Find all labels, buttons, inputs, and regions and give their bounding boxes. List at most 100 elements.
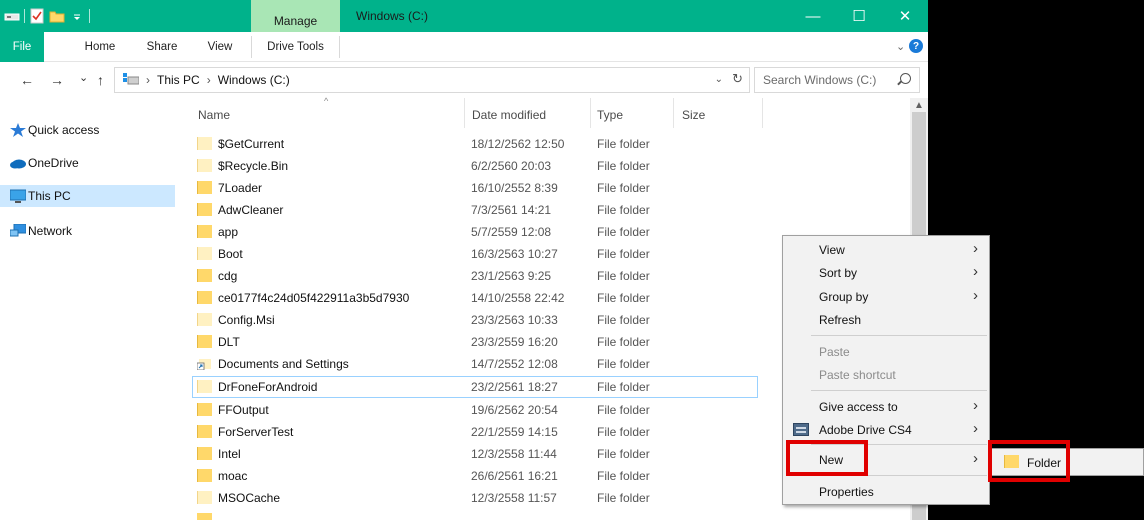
menu-item-give-access[interactable]: Give access to › xyxy=(783,395,989,418)
menu-item-group-by[interactable]: Group by › xyxy=(783,285,989,308)
scroll-up-icon[interactable]: ▲ xyxy=(914,100,924,111)
column-type[interactable]: Type xyxy=(597,98,623,132)
shortcut-folder-icon xyxy=(196,357,212,371)
customize-toolbar-icon[interactable] xyxy=(69,8,85,24)
menu-item-refresh[interactable]: Refresh xyxy=(783,308,989,331)
menu-item-properties[interactable]: Properties xyxy=(783,480,989,503)
folder-icon xyxy=(197,291,212,304)
nav-label: Quick access xyxy=(28,123,100,137)
navigation-pane: Quick access OneDrive This PC Network xyxy=(0,98,176,520)
address-bar[interactable]: › This PC › Windows (C:) ⌄ ↻ xyxy=(114,67,750,93)
file-name: moac xyxy=(218,469,248,483)
refresh-icon[interactable]: ↻ xyxy=(732,71,743,87)
list-item-partial[interactable] xyxy=(192,509,758,520)
nav-this-pc[interactable]: This PC xyxy=(0,185,175,207)
list-item[interactable]: MSOCache 12/3/2558 11:57 File folder xyxy=(192,487,758,509)
column-divider[interactable] xyxy=(464,98,465,128)
file-date: 23/1/2563 9:25 xyxy=(471,269,552,283)
menu-label: Sort by xyxy=(819,266,858,280)
search-icon[interactable] xyxy=(900,73,911,84)
list-item[interactable]: Boot 16/3/2563 10:27 File folder xyxy=(192,243,758,265)
menu-item-view[interactable]: View › xyxy=(783,238,989,261)
nav-quick-access[interactable]: Quick access xyxy=(0,119,175,141)
maximize-button[interactable]: ☐ xyxy=(836,0,882,32)
file-name: MSOCache xyxy=(218,491,281,505)
file-type: File folder xyxy=(597,447,650,461)
list-item[interactable]: app 5/7/2559 12:08 File folder xyxy=(192,221,758,243)
column-divider[interactable] xyxy=(673,98,674,128)
folder-icon xyxy=(197,159,212,172)
list-item[interactable]: ce0177f4c24d05f422911a3b5d7930 14/10/255… xyxy=(192,287,758,309)
menu-separator xyxy=(811,335,987,336)
file-date: 18/12/2562 12:50 xyxy=(471,137,565,151)
search-input[interactable]: Search Windows (C:) xyxy=(754,67,920,93)
properties-icon[interactable] xyxy=(29,8,45,24)
column-divider[interactable] xyxy=(590,98,591,128)
back-button[interactable]: ← xyxy=(20,72,34,88)
chevron-right-icon: › xyxy=(973,287,978,304)
tab-manage[interactable]: Manage xyxy=(251,0,340,32)
breadcrumb-windows-c[interactable]: Windows (C:) xyxy=(218,73,290,87)
forward-button[interactable]: → xyxy=(50,72,64,88)
nav-label: Network xyxy=(28,224,73,238)
help-icon[interactable]: ? xyxy=(909,39,923,53)
file-date: 16/10/2552 8:39 xyxy=(471,181,558,195)
column-name[interactable]: Name xyxy=(198,98,230,132)
breadcrumb-this-pc[interactable]: This PC xyxy=(157,73,200,87)
list-item[interactable]: $GetCurrent 18/12/2562 12:50 File folder xyxy=(192,133,758,155)
list-item[interactable]: AdwCleaner 7/3/2561 14:21 File folder xyxy=(192,199,758,221)
tab-home[interactable]: Home xyxy=(72,36,128,58)
list-item[interactable]: DLT 23/3/2559 16:20 File folder xyxy=(192,331,758,353)
list-item[interactable]: Config.Msi 23/3/2563 10:33 File folder xyxy=(192,309,758,331)
file-type: File folder xyxy=(597,159,650,173)
up-button[interactable]: ↑ xyxy=(97,72,104,88)
toolbar-divider xyxy=(89,9,90,23)
recent-locations-icon[interactable]: ⌄ xyxy=(79,71,88,84)
folder-icon xyxy=(197,335,212,348)
list-item[interactable]: Intel 12/3/2558 11:44 File folder xyxy=(192,443,758,465)
minimize-button[interactable]: — xyxy=(790,0,836,32)
close-button[interactable]: ✕ xyxy=(882,0,928,32)
drive-icon[interactable] xyxy=(4,8,20,24)
breadcrumb-separator: › xyxy=(146,73,150,87)
tab-view[interactable]: View xyxy=(194,36,246,58)
column-date-modified[interactable]: Date modified xyxy=(472,98,546,132)
list-item[interactable]: ForServerTest 22/1/2559 14:15 File folde… xyxy=(192,421,758,443)
menu-item-paste-shortcut[interactable]: Paste shortcut xyxy=(783,363,989,386)
quick-access-toolbar xyxy=(4,6,90,26)
list-item[interactable]: $Recycle.Bin 6/2/2560 20:03 File folder xyxy=(192,155,758,177)
file-date: 26/6/2561 16:21 xyxy=(471,469,558,483)
list-item[interactable]: moac 26/6/2561 16:21 File folder xyxy=(192,465,758,487)
address-row: ← → ⌄ ↑ › This PC › Windows (C:) ⌄ ↻ Sea… xyxy=(0,62,928,98)
file-date: 19/6/2562 20:54 xyxy=(471,403,558,417)
folder-icon xyxy=(197,513,212,520)
list-item[interactable]: Documents and Settings 14/7/2552 12:08 F… xyxy=(192,353,758,375)
file-type: File folder xyxy=(597,247,650,261)
address-dropdown-icon[interactable]: ⌄ xyxy=(715,74,723,85)
new-folder-icon[interactable] xyxy=(49,8,65,24)
list-item[interactable]: FFOutput 19/6/2562 20:54 File folder xyxy=(192,399,758,421)
menu-item-paste[interactable]: Paste xyxy=(783,340,989,363)
folder-icon xyxy=(197,447,212,460)
chevron-right-icon: › xyxy=(973,420,978,437)
tab-drive-tools[interactable]: Drive Tools xyxy=(251,36,340,58)
file-name: $GetCurrent xyxy=(218,137,285,151)
breadcrumb-separator: › xyxy=(206,73,211,87)
title-bar: Manage Windows (C:) — ☐ ✕ xyxy=(0,0,928,32)
tab-share[interactable]: Share xyxy=(134,36,190,58)
column-size[interactable]: Size xyxy=(682,98,705,132)
menu-item-adobe-drive[interactable]: Adobe Drive CS4 › xyxy=(783,418,989,441)
nav-onedrive[interactable]: OneDrive xyxy=(0,152,175,174)
list-item[interactable]: cdg 23/1/2563 9:25 File folder xyxy=(192,265,758,287)
nav-network[interactable]: Network xyxy=(0,220,175,242)
file-name: app xyxy=(218,225,239,239)
list-item-focused[interactable]: DrFoneForAndroid 23/2/2561 18:27 File fo… xyxy=(192,376,758,398)
menu-label: Adobe Drive CS4 xyxy=(819,423,912,437)
column-divider[interactable] xyxy=(762,98,763,128)
menu-label: Paste xyxy=(819,345,850,359)
menu-item-sort-by[interactable]: Sort by › xyxy=(783,261,989,284)
expand-ribbon-icon[interactable]: ⌄ xyxy=(896,40,905,53)
adobe-drive-icon xyxy=(793,423,809,436)
tab-file[interactable]: File xyxy=(0,32,44,62)
list-item[interactable]: 7Loader 16/10/2552 8:39 File folder xyxy=(192,177,758,199)
